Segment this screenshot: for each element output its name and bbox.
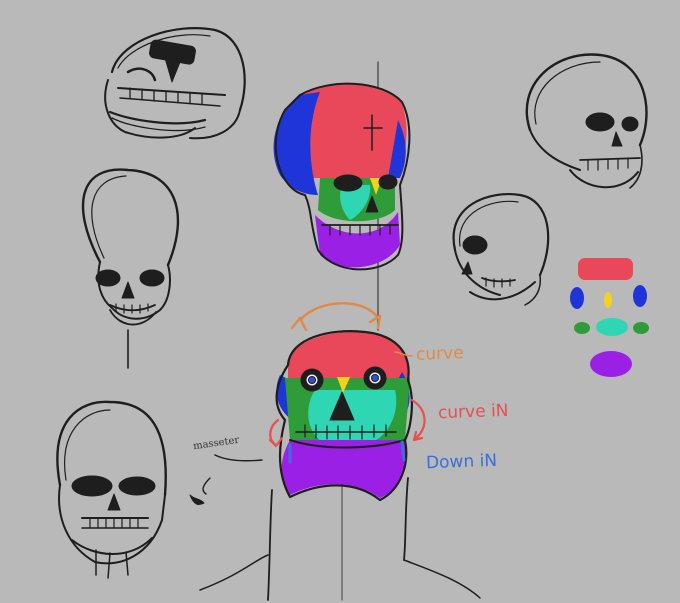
legend-mandible (590, 351, 632, 377)
annotation-curve-in: curve iN (437, 400, 509, 424)
sketch-drawing (56, 27, 649, 601)
skull-sketch-front-detailed (56, 400, 167, 579)
legend-zygomatic-left (574, 322, 590, 334)
legend-cranium (578, 258, 633, 280)
legend-maxilla (596, 318, 628, 336)
annotation-down-in: Down iN (425, 450, 498, 474)
skull-sketch-tilted (104, 27, 246, 140)
color-block-skull (273, 61, 411, 331)
legend-nasal-point (604, 292, 612, 308)
color-legend (570, 258, 649, 377)
legend-temporal-left (570, 287, 584, 309)
sketch-canvas: masseter curve curve iN Down iN (0, 0, 680, 603)
skull-sketch-front (81, 168, 180, 369)
annotation-curve: curve (415, 343, 464, 365)
skull-sketch-side (452, 193, 550, 306)
legend-temporal-right (633, 285, 647, 307)
skull-sketch-three-quarter (525, 53, 648, 189)
legend-zygomatic-right (633, 322, 649, 334)
